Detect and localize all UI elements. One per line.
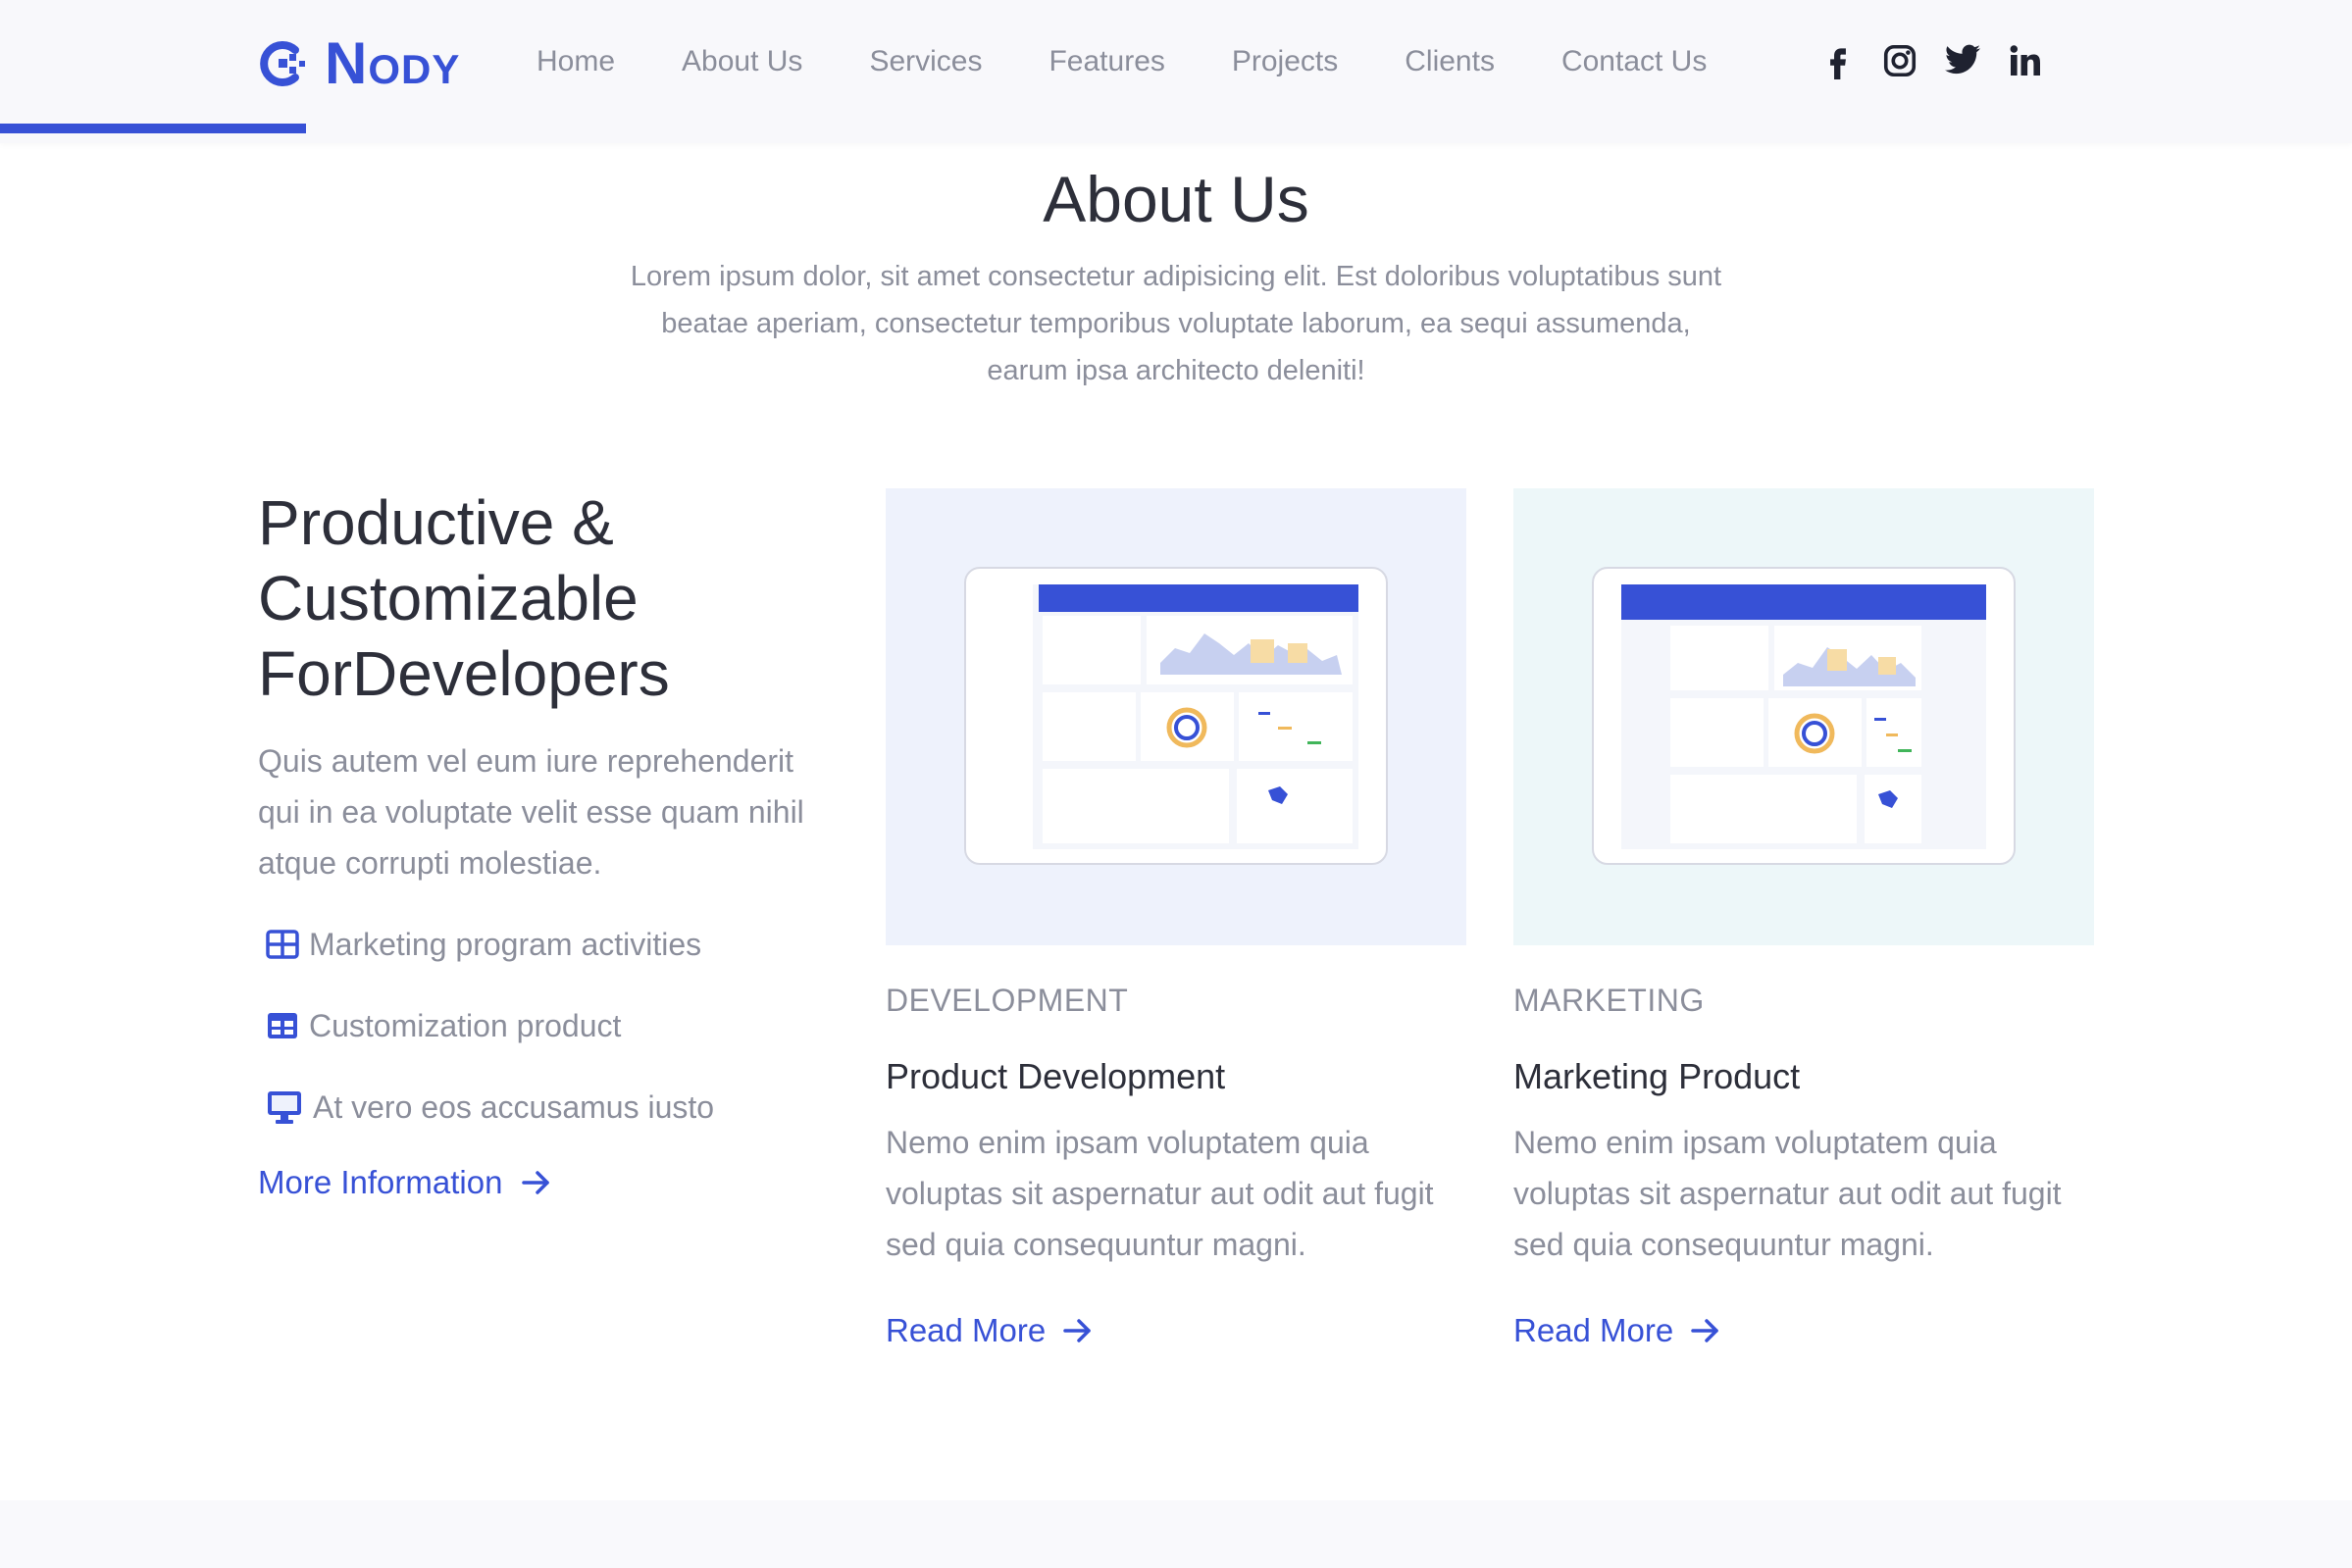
logo-mark-icon — [260, 41, 305, 86]
twitter-icon[interactable] — [1943, 43, 1982, 78]
card-title: Product Development — [886, 1056, 1226, 1096]
card-title: Marketing Product — [1513, 1056, 1801, 1096]
feature-label: Customization product — [309, 1007, 622, 1043]
feature-item: At vero eos accusamus iusto — [258, 1083, 837, 1132]
grid-icon — [266, 930, 299, 959]
card-development: DEVELOPMENT Product Development Nemo eni… — [886, 488, 1466, 1349]
brand-logo[interactable]: Nody — [256, 29, 460, 98]
read-more-link[interactable]: Read More — [1513, 1312, 2094, 1349]
section-title: About Us — [1043, 163, 1309, 235]
main-nav: Home About Us Services Features Projects… — [537, 39, 1707, 84]
nav-clients[interactable]: Clients — [1405, 45, 1495, 78]
card-description: Nemo enim ipsam voluptatem quia voluptas… — [1513, 1125, 2062, 1262]
card-image — [886, 488, 1466, 945]
brand-name: Nody — [325, 30, 461, 96]
nav-features[interactable]: Features — [1048, 45, 1164, 78]
dashboard-screenshot — [994, 584, 1358, 849]
intro-title: Productive & Customizable ForDevelopers — [258, 487, 670, 709]
dashboard-screenshot — [1621, 584, 1986, 849]
feature-label: At vero eos accusamus iusto — [313, 1088, 715, 1125]
card-marketing: MARKETING Marketing Product Nemo enim ip… — [1513, 488, 2094, 1349]
scroll-progress-bar — [0, 124, 306, 133]
nav-about-us[interactable]: About Us — [682, 45, 802, 78]
card-image — [1513, 488, 2094, 945]
instagram-icon[interactable] — [1882, 43, 1917, 78]
tablet-mockup — [1592, 567, 2016, 865]
tablet-mockup — [964, 567, 1388, 865]
arrow-right-icon — [1063, 1318, 1093, 1343]
feature-item: Customization product — [258, 1001, 837, 1050]
section-description: Lorem ipsum dolor, sit amet consectetur … — [630, 261, 1722, 386]
facebook-icon[interactable] — [1819, 42, 1857, 79]
nav-contact-us[interactable]: Contact Us — [1561, 45, 1707, 78]
read-more-link[interactable]: Read More — [886, 1312, 1466, 1349]
feature-label: Marketing program activities — [309, 926, 702, 962]
more-information-link[interactable]: More Information — [258, 1164, 837, 1201]
more-information-label: More Information — [258, 1164, 503, 1200]
card-description: Nemo enim ipsam voluptatem quia voluptas… — [886, 1125, 1434, 1262]
card-category: MARKETING — [1513, 983, 1705, 1018]
feature-list: Marketing program activities Customizati… — [258, 920, 837, 1132]
nav-home[interactable]: Home — [537, 45, 615, 78]
read-more-label: Read More — [886, 1312, 1047, 1348]
intro-description: Quis autem vel eum iure reprehenderit qu… — [258, 743, 804, 881]
arrow-right-icon — [522, 1170, 551, 1195]
nav-projects[interactable]: Projects — [1232, 45, 1338, 78]
social-links — [1819, 37, 2043, 84]
read-more-label: Read More — [1513, 1312, 1674, 1348]
intro-column: Productive & Customizable ForDevelopers … — [258, 485, 837, 1201]
next-section-band — [0, 1500, 2352, 1568]
monitor-icon — [266, 1089, 303, 1125]
table-icon — [266, 1011, 299, 1040]
nav-services[interactable]: Services — [869, 45, 982, 78]
card-category: DEVELOPMENT — [886, 983, 1129, 1018]
site-header: Nody Home About Us Services Features Pro… — [0, 0, 2352, 143]
feature-item: Marketing program activities — [258, 920, 837, 969]
linkedin-icon[interactable] — [2008, 43, 2043, 78]
arrow-right-icon — [1691, 1318, 1720, 1343]
